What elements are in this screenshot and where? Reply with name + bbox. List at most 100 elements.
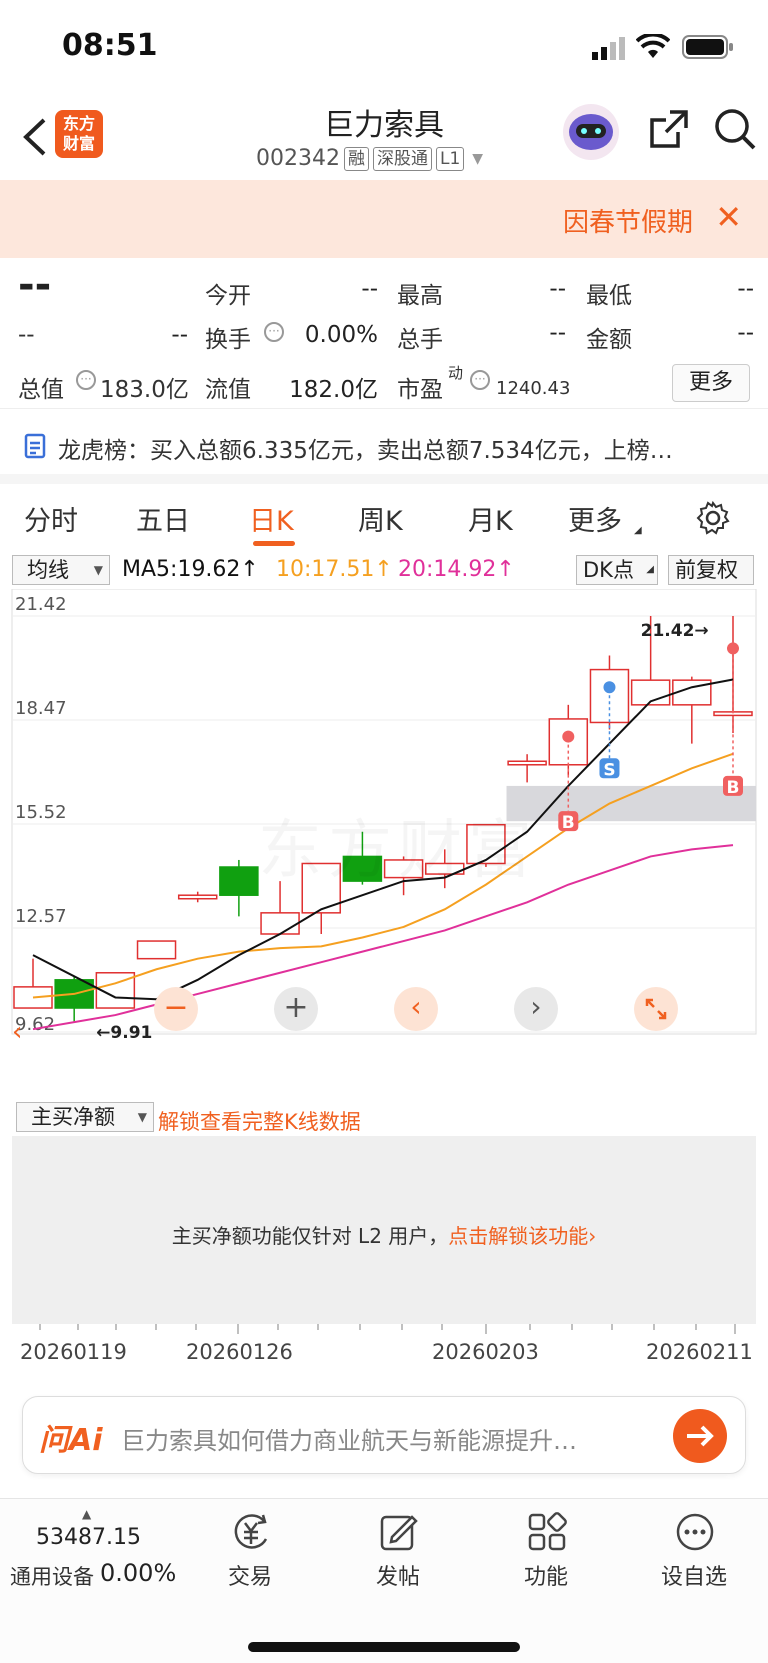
sub-indicator-selector[interactable]: 主买净额 ▼ bbox=[16, 1102, 154, 1132]
more-dots-icon[interactable] bbox=[674, 1511, 716, 1553]
ma-selector-label: 均线 bbox=[27, 558, 69, 582]
tag-connect: 深股通 bbox=[372, 146, 432, 171]
current-price: -- bbox=[18, 262, 52, 308]
kline-chart[interactable]: 21.4218.4715.5212.579.62BSB21.42→←9.91 东… bbox=[0, 588, 768, 1099]
nav-function[interactable]: 功能 bbox=[486, 1559, 606, 1591]
amount-label: 金额 bbox=[586, 327, 632, 353]
ma10-value: 10:17.51↑ bbox=[276, 557, 393, 582]
marker-label: S bbox=[603, 760, 615, 780]
next-button[interactable]: › bbox=[514, 987, 558, 1031]
tab-more[interactable]: 更多 bbox=[568, 499, 622, 538]
mktcap-label: 总值 bbox=[18, 377, 64, 403]
chevron-right-icon: › bbox=[588, 1224, 597, 1248]
more-button[interactable]: 更多 bbox=[672, 364, 750, 402]
info-icon[interactable]: ··· bbox=[76, 370, 96, 390]
share-icon[interactable] bbox=[648, 108, 690, 150]
float-value: 182.0亿 bbox=[289, 377, 378, 403]
y-tick-label: 12.57 bbox=[15, 906, 67, 927]
function-grid-icon[interactable] bbox=[526, 1511, 568, 1553]
signal-icon bbox=[592, 37, 625, 60]
signal-dot bbox=[562, 730, 575, 743]
sub-selector-label: 主买净额 bbox=[31, 1105, 115, 1129]
high-value: -- bbox=[549, 276, 566, 302]
tag-margin: 融 bbox=[343, 146, 369, 171]
info-icon[interactable]: ··· bbox=[264, 322, 284, 342]
settings-gear-icon[interactable] bbox=[696, 501, 730, 535]
dragon-tiger-list[interactable]: 龙虎榜：买入总额6.335亿元，卖出总额7.534亿元，上榜… bbox=[0, 408, 768, 484]
dk-label: DK点 bbox=[583, 558, 634, 582]
index-pct: 0.00% bbox=[100, 1559, 177, 1587]
pe-label: 市盈 bbox=[397, 377, 443, 403]
prev-button[interactable]: ‹ bbox=[394, 987, 438, 1031]
unlock-feature-link[interactable]: 点击解锁该功能 bbox=[448, 1224, 588, 1248]
l2-message: 主买净额功能仅针对 L2 用户，点击解锁该功能› bbox=[12, 1220, 756, 1249]
y-tick-label: 15.52 bbox=[15, 802, 67, 823]
tab-daily-k[interactable]: 日K bbox=[249, 499, 294, 538]
turnover-value: 0.00% bbox=[304, 322, 378, 348]
corner-triangle-icon: ◢ bbox=[646, 564, 654, 575]
watermark: 东方财富 bbox=[258, 799, 538, 891]
stock-code-row[interactable]: 002342 融 深股通 L1 ▼ bbox=[256, 146, 483, 171]
candle-body bbox=[177, 894, 218, 900]
ma-selector[interactable]: 均线 ▼ bbox=[12, 555, 110, 585]
ma-indicator-row: 均线 ▼ MA5:19.62↑ 10:17.51↑ 20:14.92↑ DK点 … bbox=[0, 551, 768, 589]
pe-value: 1240.43 bbox=[496, 378, 571, 399]
mktcap-value: 183.0亿 bbox=[100, 377, 189, 403]
signal-dot bbox=[603, 681, 616, 694]
index-value[interactable]: 53487.15 bbox=[36, 1525, 141, 1550]
low-price-label: ←9.91 bbox=[96, 1023, 152, 1043]
dk-point-selector[interactable]: DK点 ◢ bbox=[576, 555, 658, 585]
ma5-value: MA5:19.62↑ bbox=[122, 557, 259, 582]
dropdown-triangle-icon: ▼ bbox=[137, 1110, 147, 1124]
dropdown-triangle-icon: ▼ bbox=[472, 150, 484, 167]
date-label: 20260211 bbox=[646, 1340, 753, 1364]
nav-trade[interactable]: 交易 bbox=[190, 1559, 310, 1591]
marker-label: B bbox=[727, 778, 740, 798]
zoom-out-button[interactable]: − bbox=[154, 987, 198, 1031]
date-label: 20260126 bbox=[186, 1340, 293, 1364]
search-icon[interactable] bbox=[712, 106, 758, 152]
sub-indicator-panel: 主买净额功能仅针对 L2 用户，点击解锁该功能› bbox=[12, 1136, 756, 1324]
candle-body bbox=[136, 940, 177, 960]
ai-question-text[interactable]: 巨力索具如何借力商业航天与新能源提升… bbox=[121, 1421, 621, 1456]
status-time: 08:51 bbox=[62, 28, 158, 63]
ma20-value: 20:14.92↑ bbox=[398, 557, 515, 582]
send-arrow-icon[interactable] bbox=[673, 1409, 727, 1463]
marker-label: B bbox=[562, 813, 575, 833]
tab-weekly-k[interactable]: 周K bbox=[358, 499, 403, 538]
change-value: -- bbox=[18, 322, 35, 348]
fullscreen-button[interactable] bbox=[634, 987, 678, 1031]
dragon-text: 龙虎榜：买入总额6.335亿元，卖出总额7.534亿元，上榜… bbox=[58, 438, 673, 464]
signal-dot bbox=[727, 642, 739, 655]
nav-post[interactable]: 发帖 bbox=[338, 1559, 458, 1591]
unlock-kline-link[interactable]: 解锁查看完整K线数据 bbox=[158, 1106, 361, 1136]
float-label: 流值 bbox=[205, 377, 251, 403]
high-price-label: 21.42→ bbox=[641, 621, 709, 641]
post-edit-icon[interactable] bbox=[378, 1511, 420, 1553]
info-icon[interactable]: ··· bbox=[470, 370, 490, 390]
tab-intraday[interactable]: 分时 bbox=[24, 499, 78, 538]
nav-add-watchlist[interactable]: 设自选 bbox=[634, 1559, 754, 1591]
robot-assistant-icon[interactable] bbox=[560, 102, 622, 162]
y-tick-label: 18.47 bbox=[15, 698, 67, 719]
quote-panel: -- 今开 -- 最高 -- 最低 -- -- -- 换手 ··· 0.00% … bbox=[0, 258, 768, 408]
close-icon[interactable]: ✕ bbox=[715, 198, 742, 236]
trade-yen-icon[interactable] bbox=[230, 1511, 272, 1553]
holiday-notice-bar: 因春节假期 ✕ bbox=[0, 180, 768, 258]
ai-question-box[interactable]: 问Ai 巨力索具如何借力商业航天与新能源提升… bbox=[22, 1396, 746, 1474]
up-triangle-icon: ▲ bbox=[82, 1507, 92, 1521]
change-pct-value: -- bbox=[171, 322, 188, 348]
zoom-in-button[interactable]: + bbox=[274, 987, 318, 1031]
amount-value: -- bbox=[737, 320, 754, 346]
date-ticks bbox=[39, 1324, 736, 1334]
index-name: 通用设备 bbox=[10, 1565, 94, 1589]
date-label: 20260203 bbox=[432, 1340, 539, 1364]
y-tick-label: 21.42 bbox=[15, 594, 67, 615]
notice-text: 因春节假期 bbox=[562, 208, 693, 238]
tab-monthly-k[interactable]: 月K bbox=[468, 499, 513, 538]
sub-indicator-row: 主买净额 ▼ 解锁查看完整K线数据 bbox=[0, 1100, 768, 1136]
stock-header: 东方财富 巨力索具 002342 融 深股通 L1 ▼ bbox=[0, 90, 768, 180]
adjust-selector[interactable]: 前复权 bbox=[668, 555, 754, 585]
scroll-left-icon[interactable]: ‹ bbox=[12, 1014, 48, 1050]
tab-five-day[interactable]: 五日 bbox=[136, 499, 190, 538]
